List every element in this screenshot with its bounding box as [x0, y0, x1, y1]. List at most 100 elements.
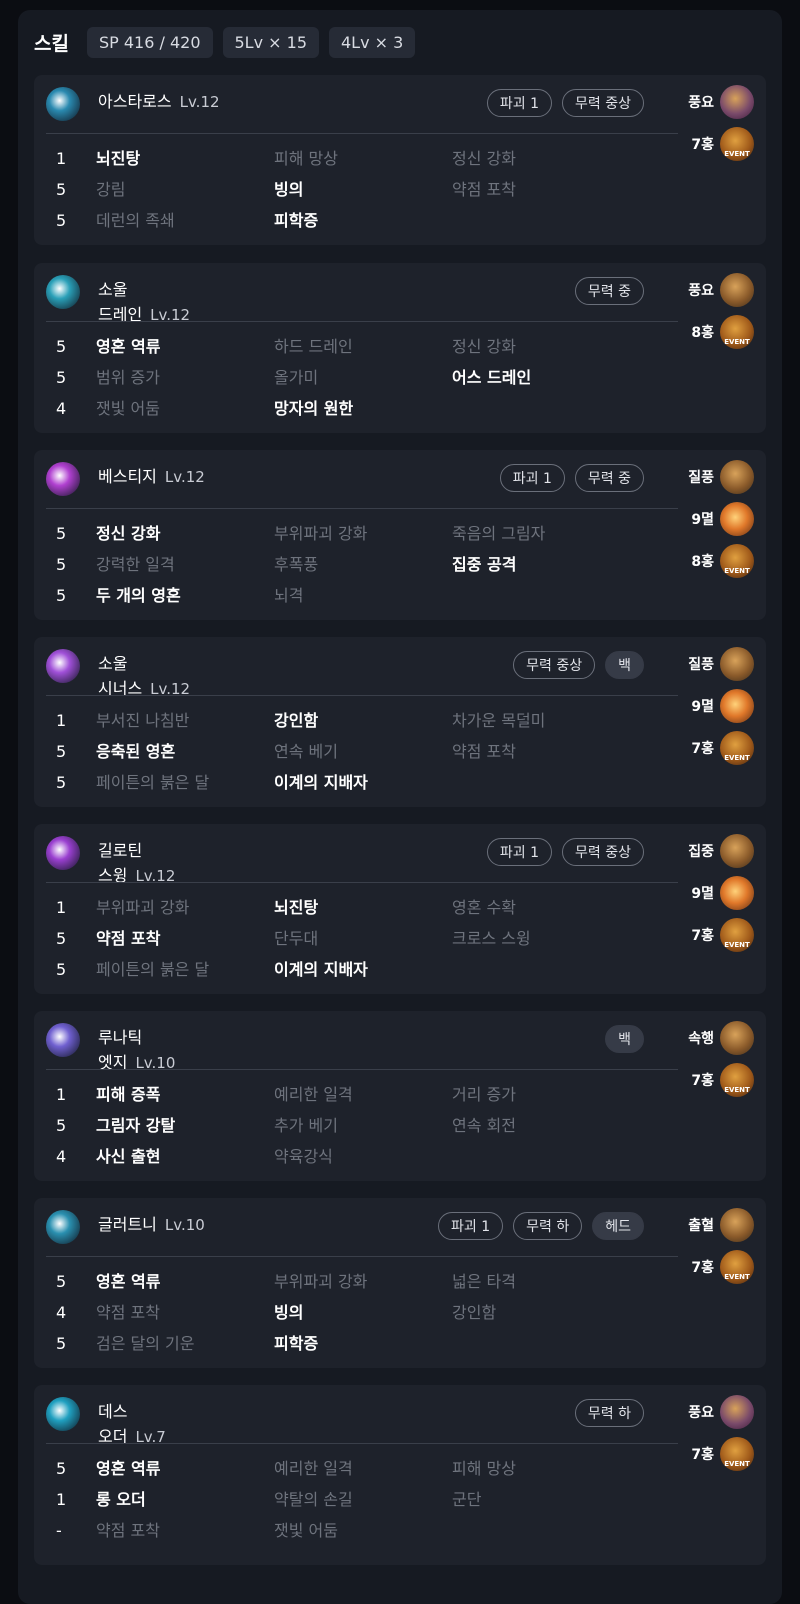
rune-icon: [720, 834, 754, 868]
skill-tags: 파괴 1 무력 중상: [486, 838, 644, 866]
gem-label: 질풍: [688, 657, 714, 673]
gem-label: 8홍: [691, 325, 714, 341]
gem-row: 출혈: [684, 1208, 754, 1242]
skill-name: 루나틱: [98, 1025, 142, 1051]
skill-name-line2: 드레인 Lv.12: [98, 302, 190, 328]
skill-name-line2: 시너스 Lv.12: [98, 676, 190, 702]
gem-label: 7홍: [691, 1073, 714, 1089]
level4-count-chip: 4Lv × 3: [329, 26, 416, 58]
skill-name-text: 아스타로스: [98, 92, 172, 111]
skill-name: 데스: [98, 1399, 127, 1425]
gem-row: 질풍: [684, 460, 754, 494]
tripod-option-selected: 두 개의 영혼: [96, 586, 181, 605]
tripod-row: 1 뇌진탕 피해 망상 정신 강화: [46, 147, 686, 171]
skill-icon: [46, 1023, 80, 1057]
tripod-row: 4 잿빛 어둠 망자의 원한: [46, 397, 686, 421]
skill-tags: 무력 중: [574, 277, 644, 305]
skill-tags: 무력 중상 백: [513, 651, 644, 679]
tripod-option-selected: 강인함: [274, 711, 319, 730]
skill-name-text: 길로틴: [98, 841, 143, 860]
gem-row: 7홍: [684, 918, 754, 952]
skill-icon: [46, 462, 80, 496]
skill-divider: [46, 1443, 678, 1444]
tripod-option: 거리 증가: [452, 1085, 516, 1104]
tripod-row: 5 약점 포착 단두대 크로스 스윙: [46, 927, 686, 951]
tripod-option: 약점 포착: [452, 180, 516, 199]
skill-tag: 헤드: [592, 1212, 644, 1240]
skill-level: Lv.12: [164, 468, 205, 486]
rune-icon: [720, 85, 754, 119]
tripod-option: 검은 달의 기운: [96, 1334, 195, 1353]
jewel-icon: [720, 876, 754, 910]
level5-count-chip: 5Lv × 15: [222, 26, 319, 58]
tripod-level: 5: [56, 1272, 67, 1291]
tripod-level: -: [56, 1521, 62, 1540]
rune-icon: [720, 647, 754, 681]
skill-icon: [46, 1210, 80, 1244]
skill-tag: 무력 중: [574, 277, 644, 305]
tripod-option: 페이튼의 붉은 달: [96, 773, 210, 792]
tripod-option-selected: 응축된 영혼: [96, 742, 176, 761]
tripod-option-selected: 롱 오더: [96, 1490, 146, 1509]
skill-card[interactable]: 데스 오더 Lv.7 무력 하 5 영혼 역류 예리한 일격 피해 망상 1 롱 오더 약탈의 손길…: [34, 1385, 766, 1565]
skill-card[interactable]: 베스티지 Lv.12 파괴 1 무력 중 5 정신 강화 부위파괴 강화 죽음의 그림자 5 강력…: [34, 450, 766, 620]
skill-tags: 파괴 1 무력 중상: [486, 89, 644, 117]
tripod-level: 4: [56, 399, 67, 418]
tripod-option: 약탈의 손길: [274, 1490, 353, 1509]
tripod-option: 부위파괴 강화: [96, 898, 190, 917]
tripod-option-selected: 영혼 역류: [96, 337, 161, 356]
gem-row: 7홍: [684, 127, 754, 161]
tripod-option-selected: 피학증: [274, 211, 319, 230]
tripod-option: 약육강식: [274, 1147, 333, 1166]
event-jewel-icon: [720, 315, 754, 349]
skill-tag: 파괴 1: [486, 838, 553, 866]
gem-label: 풍요: [688, 1405, 714, 1421]
gem-label: 7홍: [691, 1447, 714, 1463]
gem-label: 풍요: [688, 95, 714, 111]
skill-icon: [46, 87, 80, 121]
tripod-level: 5: [56, 1334, 67, 1353]
event-jewel-icon: [720, 731, 754, 765]
skill-tag: 백: [605, 651, 644, 679]
skill-divider: [46, 1256, 678, 1257]
skills-header: 스킬 SP 416 / 420 5Lv × 15 4Lv × 3: [34, 26, 416, 58]
tripod-option: 군단: [452, 1490, 482, 1509]
skill-card[interactable]: 소울 드레인 Lv.12 무력 중 5 영혼 역류 하드 드레인 정신 강화 5 범위 증가 올가미…: [34, 263, 766, 433]
skill-icon: [46, 1397, 80, 1431]
tripod-row: 1 피해 증폭 예리한 일격 거리 증가: [46, 1083, 686, 1107]
gem-label: 9멸: [691, 886, 714, 902]
tripod-option: 강림: [96, 180, 126, 199]
skill-card[interactable]: 아스타로스 Lv.12 파괴 1 무력 중상 1 뇌진탕 피해 망상 정신 강화 5 강림 빙의 약점…: [34, 75, 766, 245]
tripod-option: 추가 베기: [274, 1116, 338, 1135]
event-jewel-icon: [720, 918, 754, 952]
tripod-row: 5 강력한 일격 후폭풍 집중 공격: [46, 553, 686, 577]
tripod-row: 5 두 개의 영혼 뇌격: [46, 584, 686, 608]
tripod-row: 1 부서진 나침반 강인함 차가운 목덜미: [46, 709, 686, 733]
skill-tag: 무력 중상: [562, 89, 644, 117]
gem-row: 7홍: [684, 731, 754, 765]
skill-divider: [46, 508, 678, 509]
skill-card[interactable]: 소울 시너스 Lv.12 무력 중상 백 1 부서진 나침반 강인함 차가운 목덜미 5 응축된 영…: [34, 637, 766, 807]
skill-tag: 무력 중: [574, 464, 644, 492]
tripod-level: 4: [56, 1303, 67, 1322]
tripod-level: 5: [56, 180, 67, 199]
gem-label: 9멸: [691, 699, 714, 715]
tripod-option-selected: 이계의 지배자: [274, 773, 368, 792]
page-title: 스킬: [34, 32, 69, 55]
skill-tag: 파괴 1: [486, 89, 553, 117]
tripod-option: 뇌격: [274, 586, 304, 605]
skill-card[interactable]: 길로틴 스윙 Lv.12 파괴 1 무력 중상 1 부위파괴 강화 뇌진탕 영혼 수확 5 약점 포…: [34, 824, 766, 994]
skill-icon: [46, 275, 80, 309]
tripod-option: 예리한 일격: [274, 1459, 353, 1478]
skill-card[interactable]: 루나틱 엣지 Lv.10 백 1 피해 증폭 예리한 일격 거리 증가 5 그림자 강탈 추가 베기…: [34, 1011, 766, 1181]
tripod-level: 1: [56, 149, 67, 168]
skill-card[interactable]: 글러트니 Lv.10 파괴 1 무력 하 헤드 5 영혼 역류 부위파괴 강화 넓은 타격 4 약점…: [34, 1198, 766, 1368]
tripod-option: 강력한 일격: [96, 555, 175, 574]
skill-icon: [46, 649, 80, 683]
tripod-level: 4: [56, 1147, 67, 1166]
tripod-option: 죽음의 그림자: [452, 524, 546, 543]
tripod-option-selected: 집중 공격: [452, 555, 517, 574]
tripod-row: 5 데런의 족쇄 피학증: [46, 209, 686, 233]
skill-name-text: 소울: [98, 654, 128, 673]
skill-divider: [46, 882, 678, 883]
